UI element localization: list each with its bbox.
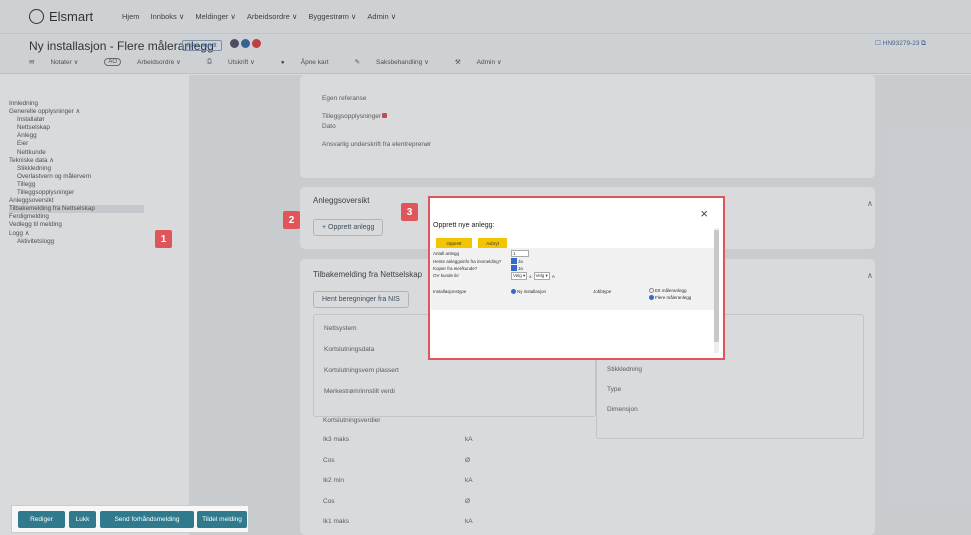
ov-select-2[interactable]: Velg ▾ bbox=[533, 272, 550, 280]
close-button[interactable]: Lukk bbox=[69, 511, 96, 528]
radio-empty-icon bbox=[649, 288, 654, 293]
step-tag: 3 bbox=[401, 203, 418, 221]
antall-label: Antall anlegg bbox=[433, 251, 460, 256]
create-facility-dialog: × Opprett nye anlegg: Opprett Avbryt Ant… bbox=[428, 196, 725, 360]
checkbox-checked-icon bbox=[511, 258, 517, 264]
unit-label: A bbox=[551, 273, 555, 279]
close-icon[interactable]: × bbox=[700, 206, 708, 221]
step-tag: 1 bbox=[155, 230, 172, 248]
ov-label: OV kunde ikr bbox=[433, 273, 460, 278]
jobb-radio-multi[interactable]: Flere måleranlegg bbox=[649, 295, 691, 300]
checkbox-checked-icon bbox=[511, 265, 517, 271]
jobb-radio-one[interactable]: Ett måleranlegg bbox=[649, 288, 687, 293]
send-preliminary-button[interactable]: Send forhåndsmelding bbox=[100, 511, 194, 528]
antall-input[interactable]: 1 bbox=[511, 250, 529, 257]
dialog-scrollbar[interactable] bbox=[714, 228, 719, 353]
edit-button[interactable]: Rediger bbox=[18, 511, 65, 528]
assign-message-button[interactable]: Tildel melding bbox=[197, 511, 247, 528]
ov-select-1[interactable]: Velg ▾ bbox=[511, 272, 528, 280]
hente-checkbox[interactable]: Ja bbox=[511, 258, 523, 264]
dialog-form: Antall anlegg 1 Hente anleggsinfo fra in… bbox=[431, 248, 714, 310]
kopier-checkbox[interactable]: Ja bbox=[511, 265, 523, 271]
hente-label: Hente anleggsinfo fra innmelding? bbox=[433, 259, 502, 264]
create-tab-button[interactable]: Opprett bbox=[436, 238, 472, 248]
inst-label: Installasjonstype bbox=[433, 289, 467, 294]
kopier-label: Kopier fra eier/kunde? bbox=[433, 266, 478, 271]
jobb-label: Jobbtype bbox=[593, 289, 612, 294]
times-label: x bbox=[529, 273, 532, 279]
dialog-title: Opprett nye anlegg: bbox=[433, 222, 495, 229]
radio-selected-icon bbox=[511, 289, 516, 294]
step-tag: 2 bbox=[283, 211, 300, 229]
radio-selected-icon bbox=[649, 295, 654, 300]
cancel-tab-button[interactable]: Avbryt bbox=[478, 238, 507, 248]
scrollbar-thumb[interactable] bbox=[714, 230, 719, 342]
inst-radio[interactable]: Ny installasjon bbox=[511, 289, 546, 294]
bottom-action-bar: Rediger Lukk Send forhåndsmelding Tildel… bbox=[11, 505, 249, 533]
